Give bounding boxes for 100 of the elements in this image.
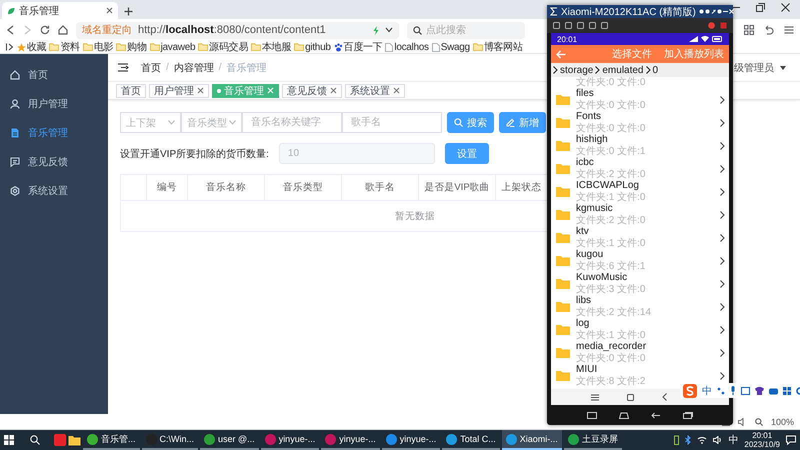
folder-icon[interactable] — [68, 434, 81, 446]
page-tag[interactable]: 系统设置 — [345, 84, 405, 98]
back-icon[interactable] — [6, 25, 15, 35]
folder-icon — [116, 43, 126, 51]
path-segment[interactable]: emulated — [602, 64, 644, 76]
search-field[interactable]: 点此搜索 — [407, 22, 525, 38]
search-icon[interactable] — [30, 435, 40, 445]
folder-row[interactable]: libs 文件夹:2 文件:14 — [551, 295, 729, 318]
home-icon[interactable] — [627, 394, 634, 400]
input-method[interactable]: 中 — [728, 433, 738, 447]
menu-toggle-icon[interactable] — [118, 63, 129, 72]
folder-row[interactable]: ICBCWAPLog 文件夹:1 文件:0 — [551, 180, 729, 203]
folder-icon — [556, 324, 570, 335]
restore-icon[interactable] — [756, 3, 765, 12]
page-tag[interactable]: 用户管理 — [149, 84, 209, 98]
breadcrumb-separator: / — [218, 62, 222, 73]
user-name[interactable]: 级管理员 — [734, 60, 774, 74]
zoom-level[interactable]: 100% — [770, 416, 794, 426]
taskbar-app[interactable]: 音乐管... — [83, 430, 140, 450]
tag-close-icon[interactable] — [330, 87, 337, 94]
folder-row[interactable]: KuwoMusic 文件夹:3 文件:0 — [551, 272, 729, 295]
folder-row[interactable]: kugou 文件夹:6 文件:1 — [551, 249, 729, 272]
breadcrumb-item[interactable]: 内容管理 — [174, 60, 214, 74]
taskbar-app[interactable]: Total C... — [442, 430, 500, 450]
sidebar-toggle-icon[interactable] — [6, 43, 14, 51]
taskbar-app[interactable]: yinyue-... — [382, 430, 440, 450]
chevron-right-icon — [720, 234, 725, 242]
bookmark[interactable]: 资料 — [49, 40, 80, 54]
volume-icon[interactable] — [708, 22, 715, 29]
sidebar-item[interactable]: 音乐管理 — [0, 118, 108, 147]
taskbar-app[interactable]: yinyue-... — [260, 430, 320, 450]
caret-icon[interactable] — [780, 66, 786, 70]
bookmark[interactable]: javaweb — [150, 42, 196, 52]
punctuation-icon[interactable] — [717, 386, 725, 394]
taskbar-app[interactable]: user @... — [200, 430, 259, 450]
bookmark[interactable]: localhos — [385, 42, 429, 52]
grid-icon[interactable] — [744, 25, 754, 35]
bookmark[interactable]: 本地服 — [251, 40, 292, 54]
page-tag[interactable]: 意见反馈 — [282, 84, 342, 98]
input-field[interactable]: 音乐名称关键字 — [242, 112, 342, 133]
notification-icon[interactable] — [786, 435, 796, 445]
taskbar-app[interactable]: Xiaomi-... — [502, 430, 562, 450]
undo-icon[interactable] — [764, 25, 774, 35]
folder-row[interactable]: ktv 文件夹:1 文件:0 — [551, 226, 729, 249]
folder-row[interactable]: media_recorder 文件夹:0 文件:0 — [551, 341, 729, 364]
sidebar-item[interactable]: 意见反馈 — [0, 147, 108, 176]
pin-icon[interactable] — [710, 9, 716, 14]
start-icon[interactable] — [4, 435, 14, 445]
bookmark[interactable]: 百度一下 — [334, 40, 382, 54]
shirt-icon[interactable] — [755, 386, 764, 394]
input-method-logo-icon[interactable] — [683, 384, 697, 398]
bookmark[interactable]: github — [294, 42, 331, 52]
back-arrow-icon[interactable] — [556, 50, 566, 58]
tag-close-icon[interactable] — [393, 87, 400, 94]
status-time: 20:01 — [557, 34, 578, 44]
folder-row[interactable]: kgmusic 文件夹:2 文件:0 — [551, 203, 729, 226]
chevron-right-icon — [720, 96, 725, 104]
page-icon — [385, 42, 394, 52]
taskbar-app[interactable]: yinyue-... — [321, 430, 380, 450]
folder-row[interactable]: files 文件夹:0 文件:0 — [551, 88, 729, 111]
back-icon[interactable] — [662, 393, 667, 401]
folder-row[interactable]: Fonts 文件夹:0 文件:0 — [551, 111, 729, 134]
microphone-icon[interactable] — [730, 386, 736, 395]
path-segment[interactable]: storage — [560, 64, 594, 76]
recent-apps-icon[interactable] — [683, 412, 693, 418]
path-segment[interactable]: 0 — [652, 64, 658, 76]
bookmark[interactable]: 购物 — [116, 40, 147, 54]
input-field[interactable]: 歌手名 — [342, 112, 442, 133]
folder-icon — [294, 43, 304, 51]
sidebar-item[interactable]: 首页 — [0, 60, 108, 89]
close-icon[interactable] — [781, 3, 790, 12]
tab-close-icon[interactable] — [106, 7, 113, 14]
chevron-down-icon[interactable] — [385, 27, 393, 33]
new-tab-icon[interactable] — [124, 7, 133, 16]
sidebar-item[interactable]: 用户管理 — [0, 89, 108, 118]
folder-row[interactable]: hishigh 文件夹:0 文件:1 — [551, 134, 729, 157]
address-bar[interactable]: 域名重定向 http://localhost:8080/content/content1 — [76, 22, 399, 38]
folder-row[interactable]: icbc 文件夹:2 文件:0 — [551, 157, 729, 180]
grid-icon[interactable] — [783, 386, 791, 394]
bookmark[interactable]: 源码交易 — [198, 40, 248, 54]
clock[interactable]: 20:01 2023/10/9 — [744, 431, 780, 449]
taskbar-app[interactable]: C:\Win... — [142, 430, 198, 450]
folder-row[interactable]: log 文件夹:1 文件:0 — [551, 318, 729, 341]
page-tag[interactable]: 首页 — [116, 84, 146, 98]
record-icon[interactable] — [720, 22, 727, 29]
sidebar-item[interactable]: 系统设置 — [0, 176, 108, 205]
bookmark[interactable]: Swagg — [432, 42, 470, 52]
chevron-right-icon — [646, 66, 650, 74]
folder-icon — [150, 43, 160, 51]
user-icon — [10, 98, 20, 108]
browser-tab[interactable]: 音乐管理 — [2, 2, 118, 19]
taskbar-app[interactable]: 土豆录屏 — [564, 430, 622, 450]
tag-close-icon[interactable] — [197, 87, 204, 94]
bookmark[interactable]: 博客网站 — [472, 40, 523, 54]
reload-icon[interactable] — [40, 25, 50, 35]
chevron-right-icon — [720, 142, 725, 150]
bookmark[interactable]: 电影 — [82, 40, 114, 54]
home-icon[interactable] — [58, 25, 68, 35]
bookmark[interactable]: 收藏 — [17, 40, 46, 54]
breadcrumb-item[interactable]: 首页 — [141, 60, 161, 74]
